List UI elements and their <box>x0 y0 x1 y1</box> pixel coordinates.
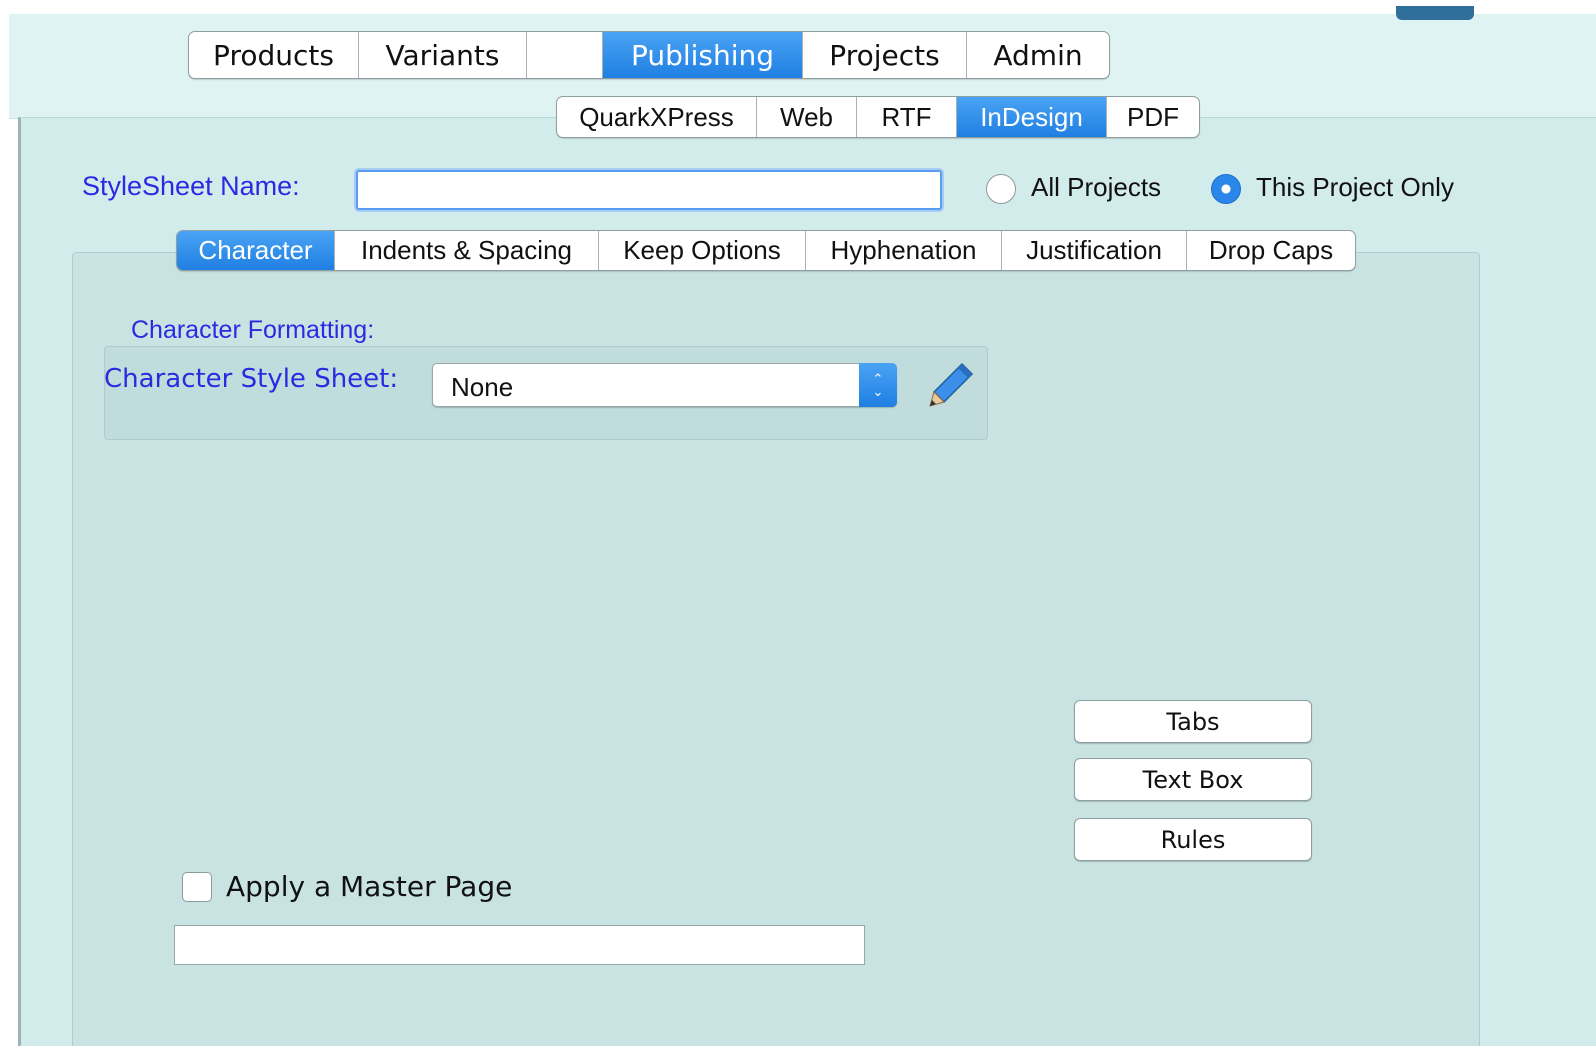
stylesheet-name-input[interactable] <box>356 170 942 210</box>
tabs-button[interactable]: Tabs <box>1074 700 1312 743</box>
sub-nav: QuarkXPress Web RTF InDesign PDF <box>556 96 1200 138</box>
tab-pdf[interactable]: PDF <box>1107 97 1199 137</box>
pencil-icon[interactable] <box>926 360 976 410</box>
tab-keep-options[interactable]: Keep Options <box>599 231 806 270</box>
apply-master-page-label: Apply a Master Page <box>226 870 513 903</box>
stylesheet-name-label: StyleSheet Name: <box>82 171 300 201</box>
radio-all-projects[interactable] <box>986 174 1016 204</box>
tab-blank[interactable] <box>527 32 603 78</box>
master-page-input[interactable] <box>174 925 865 965</box>
settings-tabs: Character Indents & Spacing Keep Options… <box>176 230 1356 271</box>
tab-projects[interactable]: Projects <box>803 32 967 78</box>
tab-products[interactable]: Products <box>189 32 359 78</box>
main-nav: Products Variants Publishing Projects Ad… <box>188 31 1110 79</box>
tab-publishing[interactable]: Publishing <box>603 32 803 78</box>
tab-web[interactable]: Web <box>757 97 857 137</box>
app-window: Products Variants Publishing Projects Ad… <box>0 0 1596 1046</box>
tab-character[interactable]: Character <box>177 231 335 270</box>
tab-quarkxpress[interactable]: QuarkXPress <box>557 97 757 137</box>
character-style-sheet-value: None <box>451 372 514 402</box>
tab-indesign[interactable]: InDesign <box>957 97 1107 137</box>
apply-master-page-checkbox[interactable] <box>182 872 212 902</box>
radio-all-projects-label: All Projects <box>1031 172 1162 202</box>
character-style-sheet-select[interactable]: None ⌃ ⌄ <box>432 363 897 407</box>
tab-justification[interactable]: Justification <box>1002 231 1187 270</box>
tab-admin[interactable]: Admin <box>967 32 1109 78</box>
text-box-button[interactable]: Text Box <box>1074 758 1312 801</box>
character-style-sheet-label: Character Style Sheet: <box>104 364 399 394</box>
select-arrows-icon: ⌃ ⌄ <box>859 363 897 407</box>
header-decoration <box>1396 6 1474 20</box>
tab-indents-spacing[interactable]: Indents & Spacing <box>335 231 599 270</box>
character-formatting-label: Character Formatting: <box>131 316 375 344</box>
rules-button[interactable]: Rules <box>1074 818 1312 861</box>
radio-this-project-only[interactable] <box>1211 174 1241 204</box>
tab-drop-caps[interactable]: Drop Caps <box>1187 231 1355 270</box>
radio-this-project-only-label: This Project Only <box>1256 172 1454 202</box>
tab-rtf[interactable]: RTF <box>857 97 957 137</box>
tab-hyphenation[interactable]: Hyphenation <box>806 231 1002 270</box>
tab-variants[interactable]: Variants <box>359 32 527 78</box>
